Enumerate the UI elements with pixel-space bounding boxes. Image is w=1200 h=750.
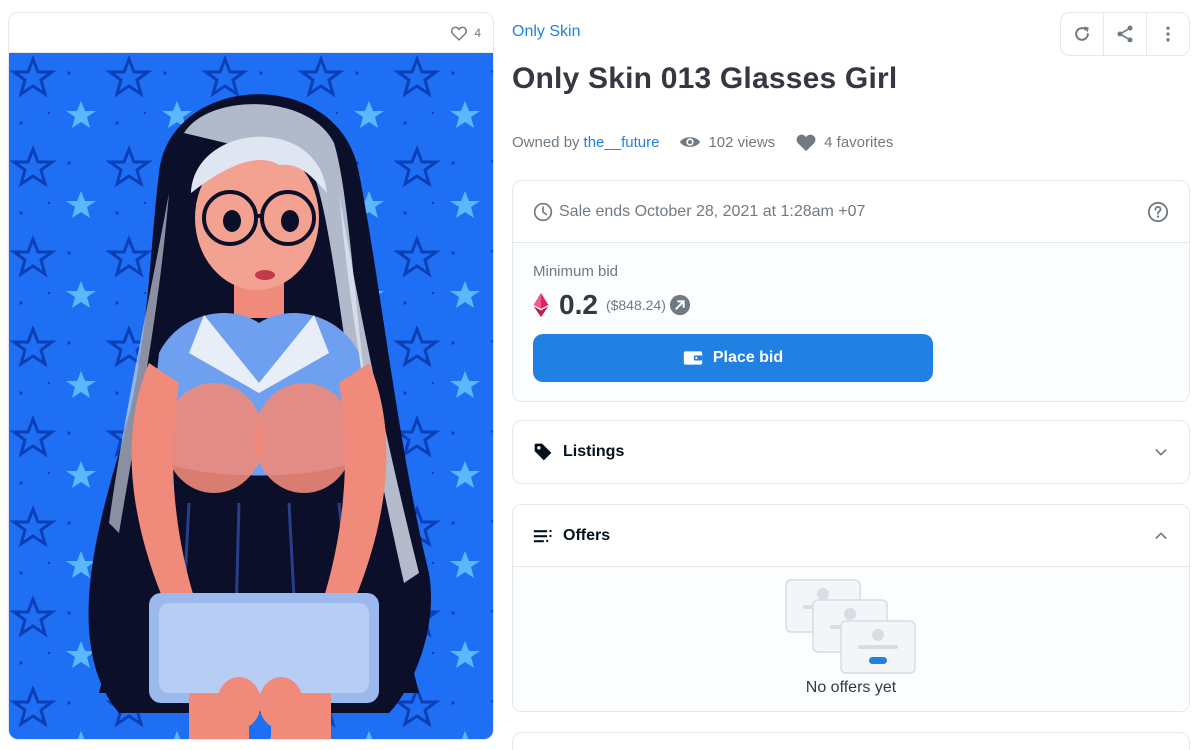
tag-icon — [533, 442, 553, 462]
offers-body: No offers yet — [513, 567, 1189, 711]
refresh-icon — [1072, 24, 1092, 44]
price-row: 0.2 ($848.24) — [533, 289, 1169, 320]
artwork-header: 4 — [9, 13, 493, 53]
place-bid-button[interactable]: Place bid — [533, 334, 933, 382]
more-options-button[interactable] — [1146, 13, 1189, 55]
eth-icon — [533, 293, 549, 317]
views-label: 102 views — [708, 133, 776, 151]
item-meta: Owned by the__future 102 views 4 favorit… — [512, 131, 893, 153]
nft-artwork-image[interactable] — [9, 53, 493, 739]
offers-label: Offers — [563, 526, 611, 544]
external-link-icon[interactable] — [669, 294, 691, 316]
help-icon[interactable] — [1147, 201, 1169, 223]
offers-header[interactable]: Offers — [513, 505, 1189, 567]
artwork-card: 4 — [8, 12, 494, 740]
refresh-button[interactable] — [1061, 13, 1103, 55]
minimum-bid-label: Minimum bid — [533, 263, 619, 280]
listings-panel: Listings — [512, 420, 1190, 484]
owned-by-label: Owned by — [512, 133, 580, 151]
no-offers-text: No offers yet — [805, 679, 897, 696]
sale-end-text: Sale ends October 28, 2021 at 1:28am +07 — [559, 202, 866, 220]
views-count: 102 views — [679, 134, 775, 151]
share-button[interactable] — [1103, 13, 1146, 55]
item-title: Only Skin 013 Glasses Girl — [512, 62, 898, 95]
listings-header[interactable]: Listings — [513, 421, 1189, 483]
clock-icon — [533, 202, 553, 222]
sale-body: Minimum bid 0.2 ($848.24) Place bid — [513, 243, 1189, 401]
heart-outline-icon[interactable] — [450, 25, 468, 41]
favorites-label: 4 favorites — [824, 133, 894, 151]
chevron-down-icon — [1153, 444, 1169, 460]
listings-label: Listings — [563, 443, 625, 460]
place-bid-label: Place bid — [712, 349, 784, 366]
price-usd: ($848.24) — [605, 297, 666, 313]
empty-offers-illustration — [785, 579, 917, 680]
share-icon — [1115, 24, 1135, 44]
favorites-count: 4 favorites — [795, 132, 893, 152]
price-value: 0.2 — [559, 289, 598, 320]
list-icon — [533, 528, 553, 544]
chevron-up-icon — [1153, 528, 1169, 544]
sale-header: Sale ends October 28, 2021 at 1:28am +07 — [513, 181, 1189, 243]
more-icon — [1158, 24, 1178, 44]
eye-icon — [679, 134, 701, 150]
heart-icon — [795, 132, 817, 152]
item-toolbar — [1060, 12, 1190, 56]
owner-link[interactable]: the__future — [584, 134, 660, 151]
favorite-count: 4 — [474, 25, 481, 40]
collection-link[interactable]: Only Skin — [512, 23, 580, 41]
sale-panel: Sale ends October 28, 2021 at 1:28am +07… — [512, 180, 1190, 402]
wallet-icon — [683, 349, 703, 367]
offers-panel: Offers No offers yet — [512, 504, 1190, 712]
next-panel — [512, 732, 1190, 750]
